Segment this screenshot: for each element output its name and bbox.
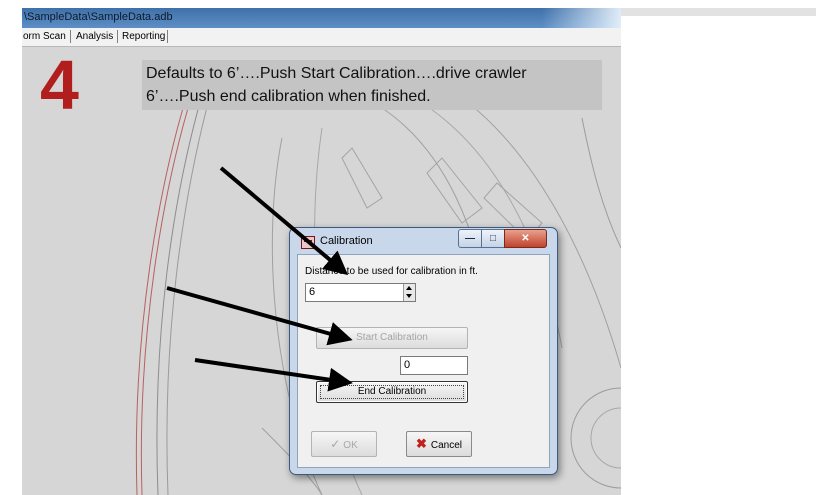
arrow-to-distance-field — [219, 166, 349, 276]
arrow-to-end-button — [194, 358, 353, 392]
arrow-to-start-button — [166, 286, 353, 346]
top-edge-band — [621, 8, 816, 16]
annotation-arrows — [166, 166, 353, 392]
app-screenshot: \SampleData\SampleData.adb orm Scan Anal… — [22, 8, 621, 495]
